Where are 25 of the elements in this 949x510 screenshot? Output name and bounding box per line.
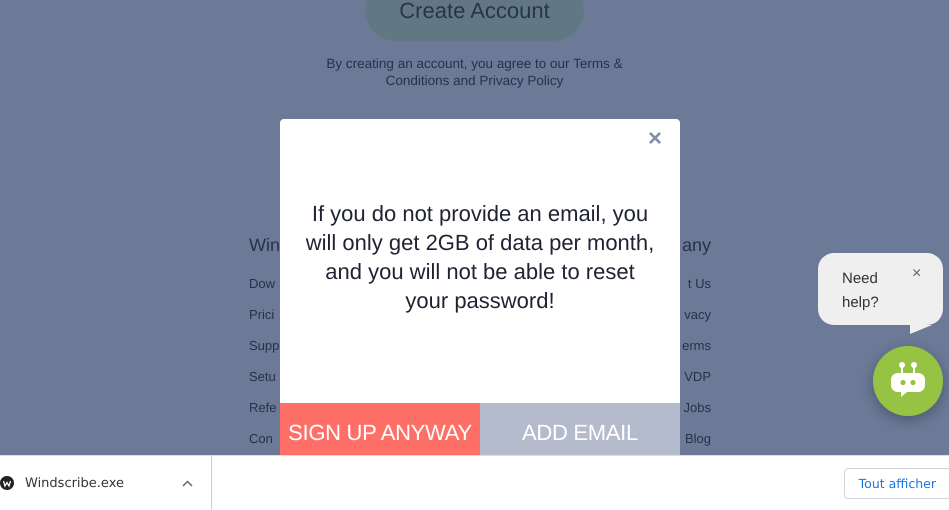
footer-link[interactable]: Dow [249,276,276,292]
show-all-button[interactable]: Tout afficher [844,468,949,498]
caret-icon[interactable] [182,480,193,486]
footer-link[interactable]: t Us [688,276,711,292]
footer-heading: Win [249,235,280,255]
sign-up-button[interactable]: SIGN UP ANYWAY [280,403,480,455]
footer-link[interactable]: Refe [249,400,276,416]
footer-link[interactable]: vacy [684,307,711,323]
modal-message: If you do not provide an email, you will only get 2GB of data per month, and you will not be able to reset your password! [304,200,656,315]
footer-link[interactable]: erms [682,338,711,354]
close-button[interactable]: × [646,127,664,151]
add-email-button[interactable]: ADD EMAIL [480,403,680,455]
footer-link[interactable]: Blog [684,431,711,447]
create-account-button[interactable]: Create Account [365,0,584,41]
footer-link[interactable]: Supp [249,338,280,354]
download-filename[interactable]: Windscribe.exe [25,476,182,490]
footer-link[interactable]: VDP [684,369,711,385]
footer-link[interactable]: Setu [249,369,276,385]
footer-link[interactable]: Prici [249,307,274,323]
footer-link[interactable]: Jobs [684,400,711,416]
footer-heading: any [682,235,711,255]
footer-link[interactable]: Con [249,431,273,447]
close-button[interactable]: × [912,265,922,283]
terms-text: By creating an account, you agree to our Terms & Conditions and Privacy Policy [325,55,624,89]
chat-prompt: Need help? [842,269,880,313]
